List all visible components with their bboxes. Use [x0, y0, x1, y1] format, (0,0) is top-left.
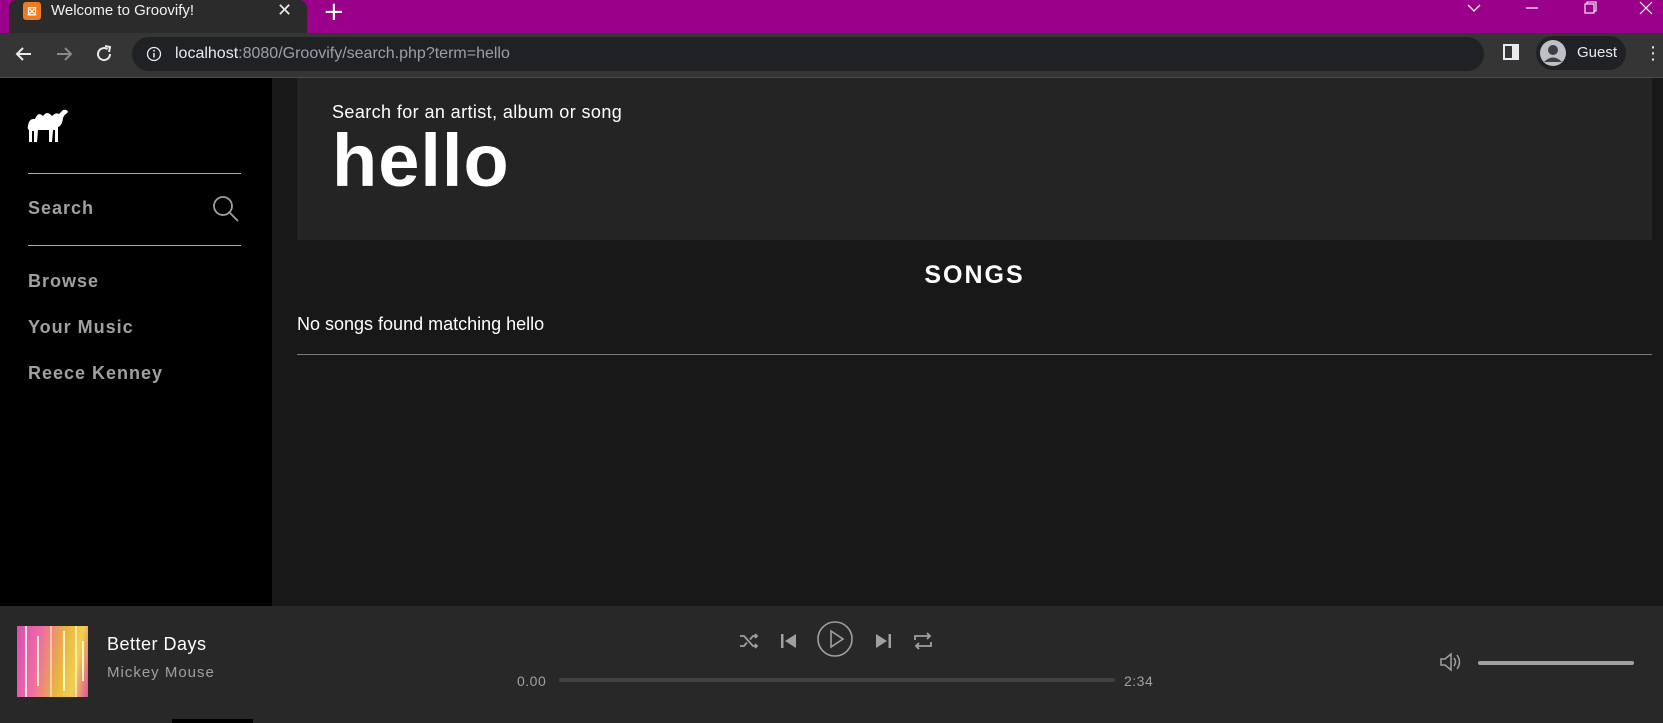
address-bar[interactable]: localhost:8080/Groovify/search.php?term=… [132, 37, 1484, 71]
url-host: localhost [175, 45, 239, 62]
search-container: Search for an artist, album or song hell… [297, 78, 1652, 240]
sidebar-item-profile[interactable]: Reece Kenney [28, 363, 163, 384]
track-name[interactable]: Better Days [107, 634, 207, 655]
main-content: Search for an artist, album or song hell… [272, 78, 1663, 606]
camel-logo-icon[interactable] [26, 106, 70, 146]
minimize-icon[interactable] [1524, 0, 1540, 20]
back-arrow-icon[interactable] [11, 41, 37, 67]
browser-tab[interactable]: ⊠ Welcome to Groovify! ✕ [9, 0, 307, 33]
restore-icon[interactable] [1582, 0, 1598, 20]
close-window-icon[interactable] [1638, 0, 1654, 20]
shuffle-icon[interactable] [738, 630, 760, 657]
sidebar-item-your-music[interactable]: Your Music [28, 317, 134, 338]
side-panel-icon[interactable] [1502, 43, 1520, 61]
sidebar-divider [28, 173, 241, 174]
guest-avatar-icon [1539, 39, 1567, 67]
tab-search-chevron-icon[interactable] [1466, 0, 1482, 20]
search-input[interactable]: hello [332, 118, 510, 203]
xampp-favicon-icon: ⊠ [23, 2, 41, 20]
play-button[interactable] [816, 620, 854, 663]
scroll-indicator [172, 719, 253, 723]
album-artwork[interactable] [17, 626, 88, 697]
now-playing-bar: Better Days Mickey Mouse 0.00 2:34 [0, 606, 1663, 723]
forward-arrow-icon[interactable] [51, 41, 77, 67]
sidebar-divider [28, 245, 241, 246]
section-divider [297, 354, 1652, 355]
browser-toolbar: localhost:8080/Groovify/search.php?term=… [0, 33, 1663, 78]
artist-name[interactable]: Mickey Mouse [107, 664, 215, 681]
sidebar-item-browse[interactable]: Browse [28, 271, 99, 292]
url-text: localhost:8080/Groovify/search.php?term=… [175, 45, 510, 63]
previous-icon[interactable] [778, 630, 800, 657]
sidebar-nav: Search Browse Your Music Reece Kenney [0, 78, 272, 606]
search-icon[interactable] [211, 194, 241, 224]
profile-label: Guest [1577, 44, 1618, 61]
tab-title: Welcome to Groovify! [51, 2, 195, 19]
reload-icon[interactable] [91, 41, 117, 67]
close-tab-icon[interactable]: ✕ [277, 0, 292, 21]
more-menu-icon[interactable]: ⋮ [1644, 43, 1662, 64]
site-info-icon[interactable] [146, 46, 162, 62]
new-tab-icon[interactable]: + [323, 0, 345, 27]
songs-heading: SONGS [924, 261, 1025, 289]
browser-tab-strip: ⊠ Welcome to Groovify! ✕ + [0, 0, 1663, 33]
repeat-icon[interactable] [912, 630, 934, 657]
url-path: :8080/Groovify/search.php?term=hello [238, 45, 510, 62]
current-time: 0.00 [517, 673, 547, 689]
total-time: 2:34 [1124, 673, 1154, 689]
profile-button[interactable]: Guest [1536, 36, 1626, 70]
volume-fill [1478, 661, 1634, 665]
volume-icon[interactable] [1438, 649, 1464, 675]
volume-slider[interactable] [1478, 661, 1634, 665]
sidebar-item-search[interactable]: Search [28, 198, 94, 219]
progress-bar[interactable] [559, 678, 1115, 682]
no-results-message: No songs found matching hello [297, 314, 545, 334]
next-icon[interactable] [872, 630, 894, 657]
